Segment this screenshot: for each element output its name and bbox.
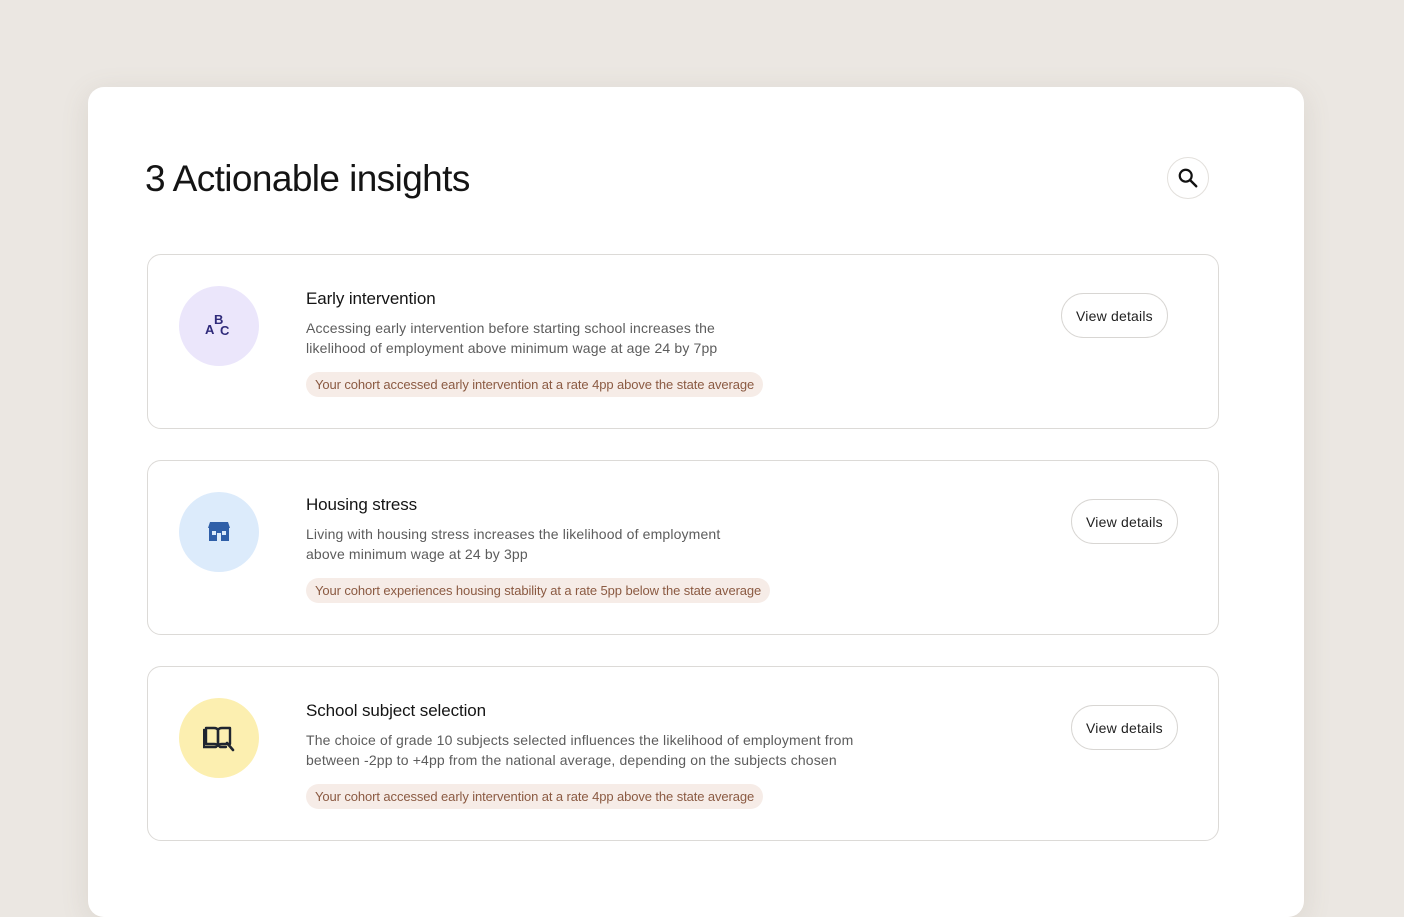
view-details-button[interactable]: View details bbox=[1071, 499, 1178, 544]
insight-description: Living with housing stress increases the… bbox=[306, 524, 720, 564]
insight-card-school-subject-selection: School subject selection The choice of g… bbox=[147, 666, 1219, 841]
insight-card-housing-stress: Housing stress Living with housing stres… bbox=[147, 460, 1219, 635]
open-book-icon bbox=[203, 726, 235, 752]
insight-description-line: Living with housing stress increases the… bbox=[306, 526, 721, 542]
insight-icon-circle: A B C bbox=[179, 286, 259, 366]
insight-description-line: above minimum wage at 24 by 3pp bbox=[306, 546, 528, 562]
insight-icon-circle bbox=[179, 492, 259, 572]
house-icon bbox=[208, 522, 230, 541]
insight-title: Housing stress bbox=[306, 495, 418, 514]
insight-description-line: Accessing early intervention before star… bbox=[306, 320, 715, 336]
insights-panel: 3 Actionable insights A B C Early interv… bbox=[88, 87, 1304, 917]
search-icon bbox=[1178, 168, 1198, 188]
cohort-comparison-badge: Your cohort experiences housing stabilit… bbox=[306, 578, 771, 603]
view-details-button[interactable]: View details bbox=[1071, 705, 1178, 750]
insight-icon-circle bbox=[179, 698, 259, 778]
insight-description: The choice of grade 10 subjects selected… bbox=[306, 730, 853, 770]
insight-card-early-intervention: A B C Early intervention Accessing early… bbox=[147, 254, 1219, 429]
cohort-comparison-badge: Your cohort accessed early intervention … bbox=[306, 372, 764, 397]
page-title: 3 Actionable insights bbox=[145, 158, 470, 199]
insight-description-line: likelihood of employment above minimum w… bbox=[306, 340, 718, 356]
search-button[interactable] bbox=[1167, 157, 1209, 199]
abc-letters-icon: A B C bbox=[205, 312, 230, 338]
view-details-button[interactable]: View details bbox=[1061, 293, 1168, 338]
insight-description: Accessing early intervention before star… bbox=[306, 318, 717, 358]
insight-title: School subject selection bbox=[306, 701, 486, 720]
insight-title: Early intervention bbox=[306, 289, 436, 308]
cohort-comparison-badge: Your cohort accessed early intervention … bbox=[306, 784, 764, 809]
insight-description-line: between -2pp to +4pp from the national a… bbox=[306, 752, 837, 768]
insight-description-line: The choice of grade 10 subjects selected… bbox=[306, 732, 854, 748]
